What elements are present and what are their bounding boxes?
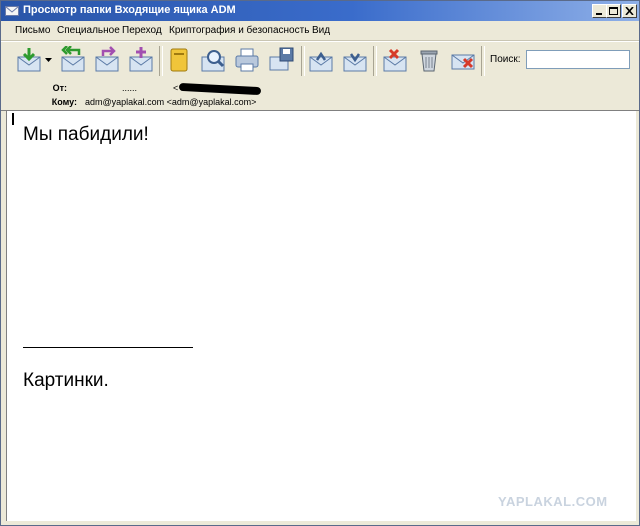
print-button[interactable] [233,46,261,74]
search-input[interactable] [526,50,630,69]
reply-all-button[interactable] [59,46,87,74]
delete-all-button[interactable] [449,46,477,74]
trash-button[interactable] [415,46,443,74]
window-title: Просмотр папки Входящие ящика ADM [23,4,236,16]
compose-button[interactable] [127,46,155,74]
get-mail-button[interactable] [15,46,43,74]
search-label: Поиск: [490,54,521,65]
delete-button[interactable] [381,46,409,74]
menu-crypto[interactable]: Криптография и безопасность [169,25,309,36]
toolbar-separator [159,46,163,76]
maximize-icon [609,7,618,15]
toolbar: Поиск: [1,41,639,81]
from-label: От: [52,83,67,93]
to-value[interactable]: adm@yaplakal.com <adm@yaplakal.com> [85,97,256,107]
address-book-button[interactable] [165,46,193,74]
message-body[interactable] [6,111,636,521]
toolbar-separator [373,46,377,76]
forward-button[interactable] [93,46,121,74]
menu-letter[interactable]: Письмо [15,25,50,36]
previous-message-button[interactable] [307,46,335,74]
from-email[interactable]: < [173,83,178,93]
menu-special[interactable]: Специальное [57,25,120,36]
from-name[interactable]: ...... [122,83,137,93]
to-label: Кому: [51,97,77,107]
watermark: YAPLAKAL.COM [498,494,608,509]
signature-divider [23,347,193,348]
envelope-app-icon [5,6,19,16]
text-caret [12,113,14,125]
save-button[interactable] [267,46,295,74]
mail-window: Просмотр папки Входящие ящика ADM Письмо… [0,0,640,526]
minimize-icon [596,13,602,15]
message-text-line: Картинки. [23,370,109,391]
chevron-down-icon[interactable] [45,58,52,63]
maximize-button[interactable] [606,4,621,18]
close-button[interactable] [622,4,637,18]
close-icon [625,7,634,15]
menu-view[interactable]: Вид [312,25,330,36]
menu-bar: Письмо Специальное Переход Криптография … [1,22,639,41]
message-text-line: Мы пабидили! [23,124,149,145]
title-bar[interactable]: Просмотр папки Входящие ящика ADM [1,1,639,21]
minimize-button[interactable] [592,4,607,18]
message-header: От: ...... < Кому: adm@yaplakal.com <adm… [1,80,639,111]
menu-go[interactable]: Переход [122,25,162,36]
find-button[interactable] [199,46,227,74]
toolbar-separator [481,46,485,76]
toolbar-separator [301,46,305,76]
next-message-button[interactable] [341,46,369,74]
